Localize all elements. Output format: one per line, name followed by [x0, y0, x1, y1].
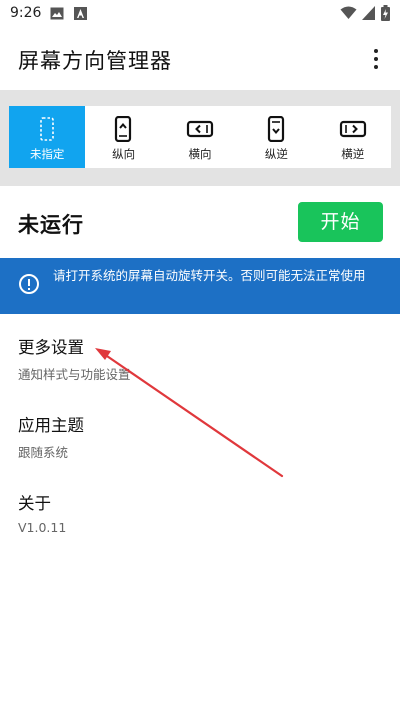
start-button[interactable]: 开始 [298, 202, 383, 242]
orientation-option-portrait[interactable]: 纵向 [85, 106, 161, 168]
orientation-label: 未指定 [29, 147, 65, 161]
portrait-icon [115, 116, 132, 142]
status-time: 9:26 [10, 5, 42, 21]
status-bar: 9:26 [0, 0, 400, 28]
settings-item-title: 关于 [18, 494, 51, 513]
banner-text: 请打开系统的屏幕自动旋转开关。否则可能无法正常使用 [53, 268, 366, 283]
landscape-icon [186, 120, 213, 138]
orientation-option-reverse-portrait[interactable]: 纵逆 [238, 106, 314, 168]
orientation-panel: 未指定 纵向 横向 纵逆 横逆 [0, 90, 400, 186]
more-vert-icon [374, 49, 378, 53]
orientation-selector: 未指定 纵向 横向 纵逆 横逆 [9, 106, 391, 168]
orientation-label: 横逆 [341, 147, 365, 161]
app-bar: 屏幕方向管理器 [0, 28, 400, 90]
overflow-menu-button[interactable] [364, 44, 388, 74]
signal-icon [362, 6, 375, 20]
orientation-option-unspecified[interactable]: 未指定 [9, 106, 86, 168]
service-status-text: 未运行 [18, 213, 84, 237]
reverse-landscape-icon [339, 120, 366, 138]
settings-item-more-settings[interactable]: 更多设置 通知样式与功能设置 [18, 334, 378, 383]
orientation-label: 横向 [188, 147, 212, 161]
unspecified-orientation-icon [40, 117, 54, 141]
font-notification-icon [74, 7, 87, 20]
info-icon [19, 274, 39, 294]
orientation-label: 纵向 [112, 147, 136, 161]
settings-item-subtitle: 跟随系统 [18, 445, 69, 460]
orientation-option-landscape[interactable]: 横向 [162, 106, 238, 168]
orientation-label: 纵逆 [264, 147, 288, 161]
app-title: 屏幕方向管理器 [18, 49, 172, 73]
settings-item-title: 应用主题 [18, 416, 84, 435]
wifi-icon [340, 6, 357, 19]
settings-item-subtitle: V1.0.11 [18, 520, 67, 535]
battery-charging-icon [381, 5, 390, 21]
settings-item-app-theme[interactable]: 应用主题 跟随系统 [18, 412, 378, 461]
image-notification-icon [50, 7, 64, 20]
orientation-option-reverse-landscape[interactable]: 横逆 [315, 106, 391, 168]
auto-rotate-warning-banner: 请打开系统的屏幕自动旋转开关。否则可能无法正常使用 [0, 258, 400, 314]
settings-item-subtitle: 通知样式与功能设置 [18, 367, 131, 382]
settings-item-title: 更多设置 [18, 338, 84, 357]
settings-item-about[interactable]: 关于 V1.0.11 [18, 490, 378, 535]
reverse-portrait-icon [268, 116, 285, 142]
